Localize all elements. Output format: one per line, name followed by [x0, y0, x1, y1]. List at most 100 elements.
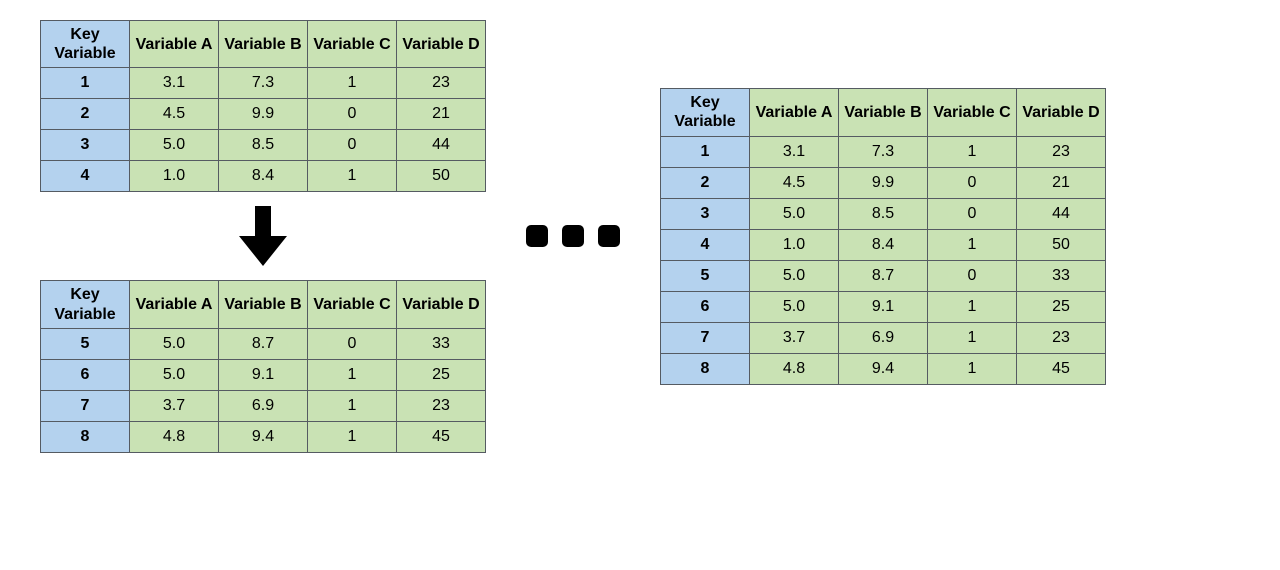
header-d: Variable D [397, 21, 486, 68]
cell-d: 44 [1017, 198, 1106, 229]
cell-a: 1.0 [750, 229, 839, 260]
table-row: 1 3.1 7.3 1 23 [661, 136, 1106, 167]
cell-a: 1.0 [130, 161, 219, 192]
cell-d: 23 [1017, 322, 1106, 353]
cell-a: 4.5 [750, 167, 839, 198]
top-table: Key Variable Variable A Variable B Varia… [40, 20, 486, 192]
cell-b: 9.4 [219, 421, 308, 452]
cell-key: 6 [661, 291, 750, 322]
cell-d: 21 [1017, 167, 1106, 198]
cell-b: 9.1 [219, 359, 308, 390]
table-row: 1 3.1 7.3 1 23 [41, 68, 486, 99]
cell-b: 8.5 [839, 198, 928, 229]
cell-a: 5.0 [130, 130, 219, 161]
header-d: Variable D [397, 281, 486, 328]
cell-a: 4.8 [750, 353, 839, 384]
cell-key: 1 [41, 68, 130, 99]
cell-key: 3 [41, 130, 130, 161]
dot-icon [562, 225, 584, 247]
cell-key: 4 [41, 161, 130, 192]
table-row: 2 4.5 9.9 0 21 [41, 99, 486, 130]
table-row: 4 1.0 8.4 1 50 [41, 161, 486, 192]
cell-a: 3.1 [750, 136, 839, 167]
cell-c: 0 [308, 99, 397, 130]
cell-b: 9.4 [839, 353, 928, 384]
cell-c: 1 [308, 68, 397, 99]
cell-b: 8.4 [839, 229, 928, 260]
cell-c: 1 [308, 421, 397, 452]
header-key: Key Variable [661, 89, 750, 136]
cell-d: 25 [1017, 291, 1106, 322]
cell-key: 5 [661, 260, 750, 291]
table-row: 8 4.8 9.4 1 45 [41, 421, 486, 452]
header-a: Variable A [750, 89, 839, 136]
table-row: 4 1.0 8.4 1 50 [661, 229, 1106, 260]
cell-key: 5 [41, 328, 130, 359]
cell-b: 9.9 [219, 99, 308, 130]
bottom-table: Key Variable Variable A Variable B Varia… [40, 280, 486, 452]
cell-b: 9.9 [839, 167, 928, 198]
cell-d: 45 [397, 421, 486, 452]
table-header-row: Key Variable Variable A Variable B Varia… [41, 21, 486, 68]
table-row: 6 5.0 9.1 1 25 [41, 359, 486, 390]
cell-d: 33 [1017, 260, 1106, 291]
cell-a: 5.0 [130, 359, 219, 390]
header-c: Variable C [308, 21, 397, 68]
cell-key: 4 [661, 229, 750, 260]
header-key: Key Variable [41, 281, 130, 328]
header-b: Variable B [839, 89, 928, 136]
cell-a: 3.7 [130, 390, 219, 421]
table-row: 2 4.5 9.9 0 21 [661, 167, 1106, 198]
cell-a: 5.0 [750, 291, 839, 322]
header-d: Variable D [1017, 89, 1106, 136]
cell-c: 1 [928, 136, 1017, 167]
diagram-container: Key Variable Variable A Variable B Varia… [40, 20, 1240, 453]
cell-a: 4.8 [130, 421, 219, 452]
cell-key: 7 [41, 390, 130, 421]
cell-b: 8.7 [839, 260, 928, 291]
cell-c: 1 [928, 229, 1017, 260]
header-b: Variable B [219, 21, 308, 68]
cell-d: 44 [397, 130, 486, 161]
merged-table: Key Variable Variable A Variable B Varia… [660, 88, 1106, 384]
header-b: Variable B [219, 281, 308, 328]
cell-b: 7.3 [219, 68, 308, 99]
cell-key: 8 [41, 421, 130, 452]
arrow-down-icon [239, 206, 287, 266]
cell-b: 7.3 [839, 136, 928, 167]
cell-a: 4.5 [130, 99, 219, 130]
cell-b: 9.1 [839, 291, 928, 322]
cell-key: 3 [661, 198, 750, 229]
header-a: Variable A [130, 281, 219, 328]
cell-c: 1 [308, 390, 397, 421]
cell-b: 6.9 [839, 322, 928, 353]
cell-b: 8.4 [219, 161, 308, 192]
cell-b: 8.5 [219, 130, 308, 161]
cell-c: 0 [928, 198, 1017, 229]
cell-c: 1 [308, 359, 397, 390]
cell-key: 8 [661, 353, 750, 384]
cell-key: 2 [41, 99, 130, 130]
cell-c: 0 [308, 130, 397, 161]
cell-d: 50 [1017, 229, 1106, 260]
cell-a: 5.0 [130, 328, 219, 359]
cell-c: 0 [928, 260, 1017, 291]
cell-c: 1 [308, 161, 397, 192]
cell-a: 5.0 [750, 198, 839, 229]
cell-d: 33 [397, 328, 486, 359]
cell-b: 6.9 [219, 390, 308, 421]
cell-key: 7 [661, 322, 750, 353]
table-row: 7 3.7 6.9 1 23 [41, 390, 486, 421]
cell-d: 21 [397, 99, 486, 130]
cell-c: 0 [308, 328, 397, 359]
left-column: Key Variable Variable A Variable B Varia… [40, 20, 486, 453]
table-header-row: Key Variable Variable A Variable B Varia… [41, 281, 486, 328]
cell-d: 45 [1017, 353, 1106, 384]
header-key: Key Variable [41, 21, 130, 68]
cell-a: 3.7 [750, 322, 839, 353]
cell-a: 3.1 [130, 68, 219, 99]
header-c: Variable C [928, 89, 1017, 136]
cell-key: 6 [41, 359, 130, 390]
table-row: 7 3.7 6.9 1 23 [661, 322, 1106, 353]
cell-d: 23 [397, 390, 486, 421]
